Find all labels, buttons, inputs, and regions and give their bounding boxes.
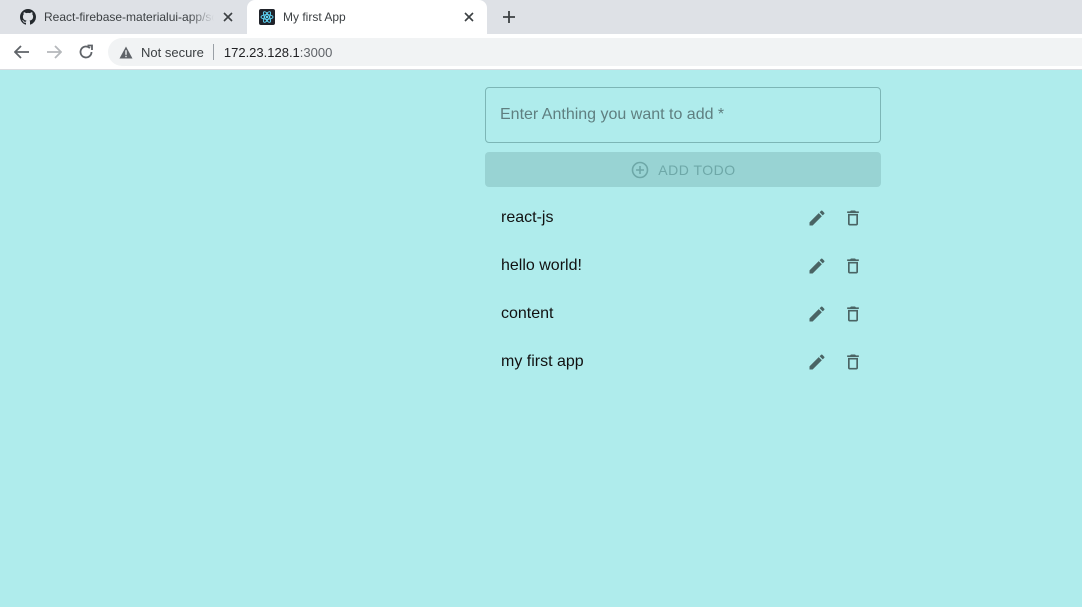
tab-github[interactable]: React-firebase-materialui-app/sc: [8, 0, 246, 34]
react-icon: [259, 9, 275, 25]
browser-toolbar: Not secure 172.23.128.1:3000: [0, 34, 1082, 70]
delete-trash-icon[interactable]: [841, 206, 865, 230]
forward-arrow-icon[interactable]: [42, 40, 66, 64]
github-icon: [20, 9, 36, 25]
delete-trash-icon[interactable]: [841, 302, 865, 326]
todo-text: react-js: [501, 209, 554, 226]
todo-item: content: [485, 290, 881, 338]
add-todo-button[interactable]: ADD TODO: [485, 152, 881, 187]
todo-app: ADD TODO react-js hello world! content: [485, 87, 881, 370]
edit-pencil-icon[interactable]: [805, 350, 829, 374]
back-arrow-icon[interactable]: [10, 40, 34, 64]
todo-input[interactable]: [486, 88, 880, 142]
todo-input-container: [485, 87, 881, 143]
edit-pencil-icon[interactable]: [805, 254, 829, 278]
close-icon[interactable]: [220, 9, 236, 25]
new-tab-plus-icon[interactable]: [498, 6, 520, 28]
tab-my-first-app[interactable]: My first App: [247, 0, 487, 34]
warning-icon[interactable]: [119, 45, 133, 59]
todo-text: hello world!: [501, 257, 582, 274]
todo-text: content: [501, 305, 554, 322]
close-icon[interactable]: [461, 9, 477, 25]
add-circle-icon: [630, 160, 650, 180]
todo-item: react-js: [485, 194, 881, 242]
todo-list: react-js hello world! content my first a…: [485, 194, 881, 386]
tab-title: My first App: [283, 10, 346, 24]
url-host: 172.23.128.1: [223, 44, 300, 60]
address-bar[interactable]: Not secure 172.23.128.1:3000: [108, 38, 1082, 66]
todo-item: hello world!: [485, 242, 881, 290]
address-divider: [212, 44, 214, 60]
edit-pencil-icon[interactable]: [805, 206, 829, 230]
tab-title: React-firebase-materialui-app/sc: [44, 10, 214, 24]
delete-trash-icon[interactable]: [841, 350, 865, 374]
security-status-text[interactable]: Not secure: [141, 45, 204, 60]
delete-trash-icon[interactable]: [841, 254, 865, 278]
url-port: :3000: [299, 44, 333, 60]
edit-pencil-icon[interactable]: [805, 302, 829, 326]
reload-icon[interactable]: [74, 40, 98, 64]
todo-item: my first app: [485, 338, 881, 386]
add-todo-label: ADD TODO: [658, 161, 736, 178]
tab-strip: React-firebase-materialui-app/sc My firs…: [0, 0, 1082, 34]
todo-text: my first app: [501, 353, 584, 370]
